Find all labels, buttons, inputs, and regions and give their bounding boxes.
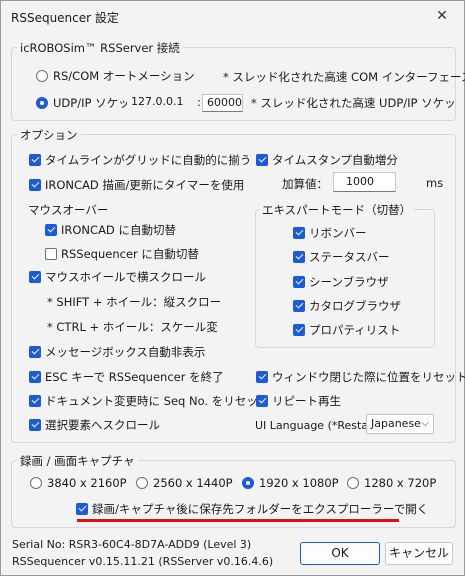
cancel-button[interactable]: キャンセル (385, 542, 453, 565)
checkbox-indicator (45, 248, 57, 260)
repeat-play-label: リピート再生 (272, 394, 341, 408)
esc-exit-label: ESC キーで RSSequencer を終了 (45, 370, 224, 384)
title-bar: RSSequencer 設定 ✕ (1, 1, 464, 31)
checkbox-indicator (293, 251, 305, 263)
checkbox-indicator (293, 324, 305, 336)
checkbox-indicator (256, 371, 268, 383)
checkbox-indicator (29, 395, 41, 407)
rssequencer-switch-label: RSSequencer に自動切替 (61, 247, 199, 261)
settings-dialog: RSSequencer 設定 ✕ icROBOSim™ RSServer 接続 … (0, 0, 465, 576)
increment-field[interactable]: 1000 (333, 172, 396, 192)
res-3840-label: 3840 x 2160P (47, 476, 127, 490)
doc-reset-checkbox[interactable]: ドキュメント変更時に Seq No. をリセット (29, 393, 269, 409)
expert-mode-legend: エキスパートモード（切替） (259, 202, 415, 218)
ironcad-switch-checkbox[interactable]: IRONCAD に自動切替 (45, 222, 176, 238)
rs-com-radio[interactable]: RS/COM オートメーション (36, 68, 195, 84)
server-connection-legend: icROBOSim™ RSServer 接続 (17, 40, 183, 56)
ribbon-bar-label: リボンバー (309, 226, 367, 240)
radio-indicator (347, 477, 359, 489)
status-bar-checkbox[interactable]: ステータスバー (293, 249, 390, 265)
msgbox-hide-checkbox[interactable]: メッセージボックス自動非表示 (29, 344, 205, 360)
scene-browser-checkbox[interactable]: シーンブラウザ (293, 274, 389, 290)
wheel-scroll-label: マウスホイールで横スクロール (45, 270, 206, 284)
checkbox-indicator (29, 346, 41, 358)
ip-port-separator: : (197, 95, 201, 109)
capture-group (11, 460, 456, 528)
increment-label: 加算値： (282, 177, 328, 191)
res-1280-label: 1280 x 720P (364, 476, 437, 490)
window-reset-checkbox[interactable]: ウィンドウ閉じた際に位置をリセット (256, 369, 465, 385)
res-1920-label: 1920 x 1080P (259, 476, 339, 490)
res-3840-radio[interactable]: 3840 x 2160P (30, 476, 127, 490)
capture-legend: 録画 / 画面キャプチャ (17, 453, 138, 469)
timer-checkbox[interactable]: IRONCAD 描画/更新にタイマーを使用 (29, 177, 244, 193)
ip-field[interactable]: 127.0.0.1 (127, 94, 196, 112)
res-2560-label: 2560 x 1440P (153, 476, 233, 490)
catalog-browser-checkbox[interactable]: カタログブラウザ (293, 298, 401, 314)
highlight-underline (77, 519, 399, 522)
timer-label: IRONCAD 描画/更新にタイマーを使用 (45, 178, 245, 192)
port-field[interactable]: 60000 (202, 94, 243, 112)
ok-button[interactable]: OK (300, 542, 380, 565)
checkbox-indicator (293, 300, 305, 312)
res-1920-radio[interactable]: 1920 x 1080P (242, 476, 339, 490)
radio-indicator (30, 477, 42, 489)
radio-indicator (242, 477, 254, 489)
msgbox-hide-label: メッセージボックス自動非表示 (45, 345, 206, 359)
res-1280-radio[interactable]: 1280 x 720P (347, 476, 436, 490)
wheel-scroll-checkbox[interactable]: マウスホイールで横スクロール (29, 269, 206, 285)
options-legend: オプション (17, 127, 81, 143)
repeat-play-checkbox[interactable]: リピート再生 (256, 393, 341, 409)
version-info: RSSequencer v0.15.11.21 (RSServer v0.16.… (12, 555, 274, 568)
ui-language-select[interactable]: Japanese ⌵ (366, 414, 434, 434)
serial-number: Serial No: RSR3-60C4-8D7A-ADD9 (Level 3) (12, 538, 252, 551)
timestamp-checkbox[interactable]: タイムスタンプ自動増分 (256, 152, 398, 168)
property-list-label: プロパティリスト (309, 323, 401, 337)
chevron-down-icon: ⌵ (421, 418, 429, 429)
ctrl-wheel-note: * CTRL + ホイール：スケール変 (47, 320, 218, 334)
shift-wheel-note: * SHIFT + ホイール：縦スクロー (47, 295, 222, 309)
window-title: RSSequencer 設定 (11, 11, 119, 25)
esc-exit-checkbox[interactable]: ESC キーで RSSequencer を終了 (29, 369, 224, 385)
increment-unit: ms (426, 176, 444, 190)
snap-grid-checkbox[interactable]: タイムラインがグリッドに自動的に揃う (29, 152, 251, 168)
checkbox-indicator (45, 224, 57, 236)
property-list-checkbox[interactable]: プロパティリスト (293, 322, 400, 338)
checkbox-indicator (256, 154, 268, 166)
checkbox-indicator (293, 227, 305, 239)
checkbox-indicator (29, 371, 41, 383)
ui-language-value: Japanese (371, 417, 421, 430)
open-folder-checkbox[interactable]: 録画/キャプチャ後に保存先フォルダーをエクスプローラーで開く (76, 501, 428, 517)
window-reset-label: ウィンドウ閉じた際に位置をリセット (272, 370, 465, 384)
radio-indicator (36, 70, 48, 82)
status-bar-label: ステータスバー (309, 250, 390, 264)
checkbox-indicator (76, 503, 88, 515)
checkbox-indicator (29, 419, 41, 431)
select-scroll-label: 選択要素へスクロール (45, 418, 160, 432)
radio-indicator (136, 477, 148, 489)
close-icon[interactable]: ✕ (432, 7, 452, 25)
snap-grid-label: タイムラインがグリッドに自動的に揃う (45, 153, 252, 167)
udp-radio[interactable]: UDP/IP ソケット (36, 95, 141, 111)
select-scroll-checkbox[interactable]: 選択要素へスクロール (29, 417, 160, 433)
rs-com-label: RS/COM オートメーション (53, 69, 195, 83)
catalog-browser-label: カタログブラウザ (309, 299, 401, 313)
ironcad-switch-label: IRONCAD に自動切替 (61, 223, 176, 237)
ribbon-bar-checkbox[interactable]: リボンバー (293, 225, 367, 241)
checkbox-indicator (256, 395, 268, 407)
res-2560-radio[interactable]: 2560 x 1440P (136, 476, 233, 490)
mouseover-label: マウスオーバー (28, 203, 109, 217)
scene-browser-label: シーンブラウザ (309, 275, 389, 289)
checkbox-indicator (29, 154, 41, 166)
rssequencer-switch-checkbox[interactable]: RSSequencer に自動切替 (45, 246, 199, 262)
rs-com-note: * スレッド化された高速 COM インターフェース (223, 70, 465, 84)
timestamp-label: タイムスタンプ自動増分 (272, 153, 398, 167)
udp-note: * スレッド化された高速 UDP/IP ソケッ (251, 96, 456, 110)
open-folder-label: 録画/キャプチャ後に保存先フォルダーをエクスプローラーで開く (92, 502, 429, 516)
checkbox-indicator (29, 271, 41, 283)
doc-reset-label: ドキュメント変更時に Seq No. をリセット (45, 394, 270, 408)
checkbox-indicator (293, 276, 305, 288)
radio-indicator (36, 97, 48, 109)
checkbox-indicator (29, 179, 41, 191)
